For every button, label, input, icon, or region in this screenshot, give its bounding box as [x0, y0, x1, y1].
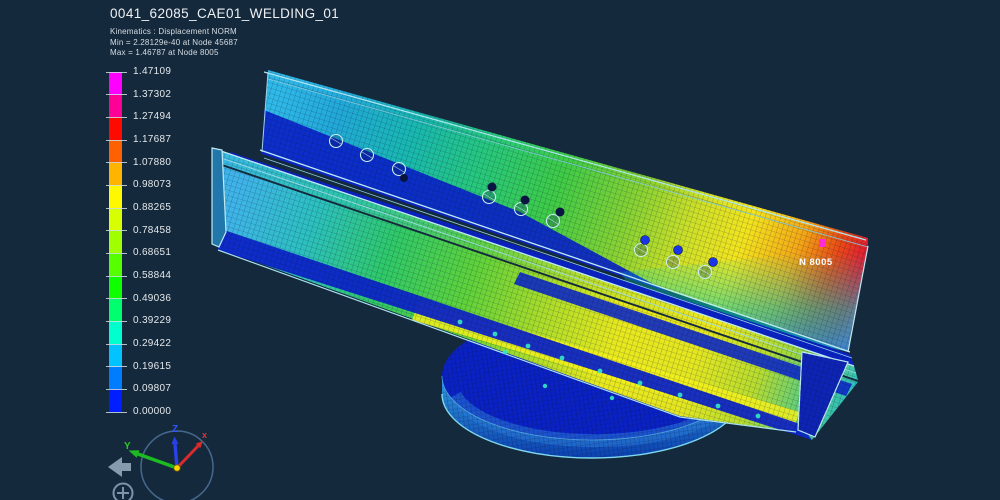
- zoom-plus-button[interactable]: [114, 484, 133, 500]
- model-3d-viewport[interactable]: N 8005 Z x Y: [0, 0, 1000, 500]
- max-node-marker: [819, 239, 826, 247]
- min-value-line: Min = 2.28129e-40 at Node 45687: [110, 38, 339, 49]
- analysis-header: 0041_62085_CAE01_WELDING_01 Kinematics :…: [110, 6, 339, 59]
- compass-origin-dot[interactable]: [174, 465, 180, 471]
- axis-z-label: Z: [172, 424, 178, 435]
- axis-y-arrow[interactable]: [138, 454, 177, 468]
- result-type-line: Kinematics : Displacement NORM: [110, 27, 339, 38]
- axis-x-label: x: [202, 430, 207, 440]
- axis-z-arrow[interactable]: [175, 444, 177, 468]
- axis-x-arrow[interactable]: [177, 446, 198, 468]
- axis-y-label: Y: [124, 441, 131, 452]
- compass-pan-left-arrow-icon[interactable]: [108, 457, 131, 477]
- analysis-title: 0041_62085_CAE01_WELDING_01: [110, 6, 339, 21]
- cae-viewport-window: N 8005 Z x Y 00: [0, 0, 1000, 500]
- max-node-label: N 8005: [799, 257, 833, 268]
- axis-z-arrowhead: [172, 437, 179, 445]
- view-compass[interactable]: Z x Y: [108, 424, 213, 500]
- max-value-line: Max = 1.46787 at Node 8005: [110, 48, 339, 59]
